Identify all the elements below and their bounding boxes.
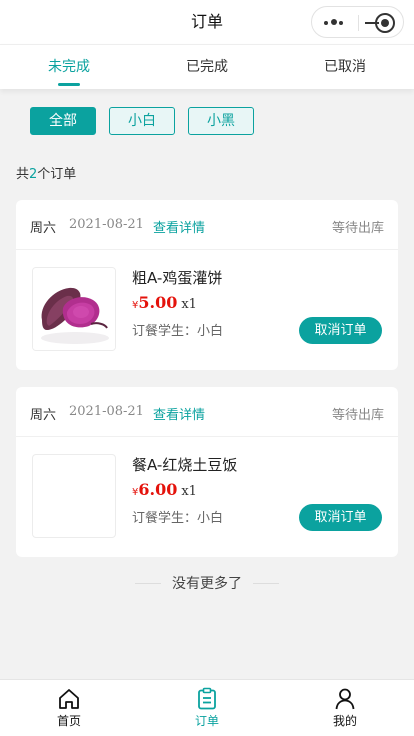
order-body: 粗A-鸡蛋灌饼 ¥5.00 x1 订餐学生：小白 取消订单 [16,250,398,370]
sweet-potato-image [33,268,115,350]
order-count-suffix: 个订单 [37,167,77,182]
ordering-student: 订餐学生：小白 [132,511,224,526]
order-body: 餐A-红烧土豆饭 ¥6.00 x1 订餐学生：小白 取消订单 [16,437,398,557]
product-price: 5.00 [138,293,178,312]
product-price: 6.00 [138,480,178,499]
mini-program-capsule [311,6,404,38]
filter-all[interactable]: 全部 [30,107,96,135]
order-header: 周六 2021-08-21 查看详情 等待出库 [16,200,398,250]
order-header: 周六 2021-08-21 查看详情 等待出库 [16,387,398,437]
view-details-link[interactable]: 查看详情 [153,404,205,423]
order-status: 等待出库 [331,408,384,423]
order-weekday: 周六 [30,408,57,423]
order-count: 共2个订单 [16,166,76,184]
product-quantity: x1 [181,484,197,499]
product-name: 餐A-红烧土豆饭 [132,456,238,474]
order-date: 2021-08-21 [69,217,144,232]
tab-cancelled[interactable]: 已取消 [276,45,414,89]
order-count-prefix: 共 [16,167,30,182]
tabbar-item-orders[interactable]: 订单 [138,680,276,736]
filter-xiaobai[interactable]: 小白 [109,107,175,135]
price-row: ¥6.00 x1 [132,480,197,503]
filter-xiaohei[interactable]: 小黑 [188,107,254,135]
order-card: 周六 2021-08-21 查看详情 等待出库 粗A-鸡蛋灌饼 ¥5.00 x1 … [16,200,398,370]
status-tabs: 未完成 已完成 已取消 [0,44,414,89]
product-image[interactable] [32,454,116,538]
no-more-indicator: 没有更多了 [0,574,414,594]
close-target-icon[interactable] [375,13,395,33]
order-weekday: 周六 [30,221,57,236]
capsule-divider [358,15,359,31]
cancel-order-button[interactable]: 取消订单 [299,504,382,531]
order-status: 等待出库 [331,221,384,236]
view-details-link[interactable]: 查看详情 [153,217,205,236]
price-row: ¥5.00 x1 [132,293,197,316]
order-date: 2021-08-21 [69,404,144,419]
ordering-student: 订餐学生：小白 [132,324,224,339]
order-card: 周六 2021-08-21 查看详情 等待出库 餐A-红烧土豆饭 ¥6.00 x1… [16,387,398,557]
product-name: 粗A-鸡蛋灌饼 [132,269,223,287]
product-image[interactable] [32,267,116,351]
tabbar-label: 我的 [332,714,357,728]
tabbar-item-home[interactable]: 首页 [0,680,138,736]
nav-bar: 订单 [0,0,414,44]
home-icon [59,689,79,709]
more-icon[interactable] [324,17,346,27]
order-icon [198,687,216,710]
divider-line-right [253,583,279,584]
tabbar-item-profile[interactable]: 我的 [276,680,414,736]
tabbar-label: 订单 [194,714,219,728]
bottom-tab-bar: 首页 订单 我的 [0,679,414,736]
tab-finished[interactable]: 已完成 [138,45,276,89]
no-more-text: 没有更多了 [172,576,242,592]
cancel-order-button[interactable]: 取消订单 [299,317,382,344]
user-icon [335,688,355,710]
tab-unfinished[interactable]: 未完成 [0,45,138,89]
tabbar-label: 首页 [56,714,81,728]
product-quantity: x1 [181,297,197,312]
